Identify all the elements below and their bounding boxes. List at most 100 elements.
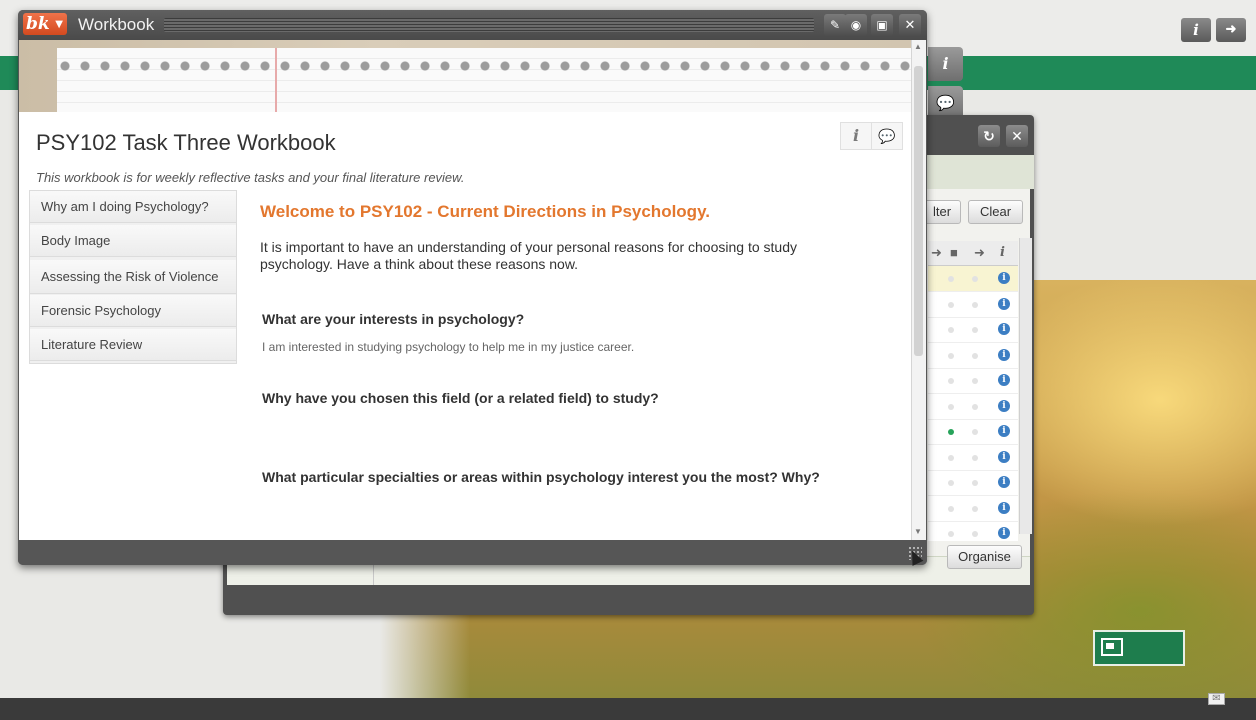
status-dot xyxy=(972,531,978,537)
scroll-up-arrow-icon[interactable]: ▲ xyxy=(914,42,922,51)
bottom-status-bar xyxy=(0,698,1256,720)
status-dot xyxy=(948,327,954,333)
speech-bubble-icon: 💬 xyxy=(878,128,896,144)
pencil-icon[interactable]: ✎ xyxy=(824,14,846,36)
info-icon[interactable]: i xyxy=(998,348,1010,361)
info-icon[interactable]: i xyxy=(998,425,1010,437)
table-row[interactable]: i xyxy=(928,521,1018,541)
status-dot xyxy=(972,301,978,308)
workbook-scrollbar[interactable]: ▲ ▼ xyxy=(911,40,926,540)
table-row[interactable]: i xyxy=(928,317,1018,343)
clear-button[interactable]: Clear xyxy=(968,200,1023,224)
table-row[interactable]: i xyxy=(928,419,1018,445)
info-icon[interactable]: i xyxy=(998,399,1010,412)
intro-text: It is important to have an understanding… xyxy=(260,239,797,272)
background-window-table: ➜ ■ ➜ i iiiiiiiiiii xyxy=(928,241,1018,541)
university-logo xyxy=(1093,630,1185,666)
status-dot xyxy=(948,505,954,512)
status-dot xyxy=(948,403,954,410)
share-column-icon: ➜ xyxy=(931,245,942,260)
question-1: What are your interests in psychology? xyxy=(262,311,525,327)
workbook-description: This workbook is for weekly reflective t… xyxy=(36,170,465,185)
nav-item-forensic-psychology[interactable]: Forensic Psychology xyxy=(30,295,236,327)
status-dot xyxy=(948,378,954,384)
info-icon[interactable]: i xyxy=(998,501,1010,514)
display-icon[interactable]: ▣ xyxy=(871,14,893,36)
status-dot xyxy=(972,276,978,282)
workbook-window: bk ▼ Workbook ✎ ◉ ▣ ✕ PSY102 Task Three … xyxy=(18,10,927,565)
notebook-margin-line xyxy=(275,48,277,112)
filter-button[interactable]: lter xyxy=(923,200,961,224)
eye-icon[interactable]: ◉ xyxy=(845,14,867,36)
notebook-ring-holes xyxy=(57,60,911,72)
workbook-footer xyxy=(18,540,927,565)
side-info-tab[interactable]: i xyxy=(928,47,963,81)
table-row[interactable]: i xyxy=(928,343,1018,369)
notebook-paper-sheet xyxy=(57,48,911,112)
mail-icon[interactable]: ✉ xyxy=(1208,693,1225,705)
status-dot xyxy=(972,352,978,359)
university-logo-mark-icon xyxy=(1101,638,1123,656)
table-header: ➜ ■ ➜ i xyxy=(928,241,1018,266)
close-icon[interactable]: ✕ xyxy=(899,14,921,36)
info-icon[interactable]: i xyxy=(998,374,1010,386)
status-dot xyxy=(948,531,954,537)
info-icon[interactable]: i xyxy=(998,272,1010,284)
titlebar-drag-grip[interactable] xyxy=(164,18,814,32)
status-dot xyxy=(972,505,978,512)
comments-button[interactable]: 💬 xyxy=(871,122,903,150)
desktop-info-button[interactable]: i xyxy=(1181,18,1211,42)
scroll-down-arrow-icon[interactable]: ▼ xyxy=(914,527,922,536)
status-dot xyxy=(948,480,954,486)
chevron-down-icon: ▼ xyxy=(55,19,63,30)
table-row[interactable]: i xyxy=(928,266,1018,292)
status-dot xyxy=(972,403,978,410)
status-dot xyxy=(972,480,978,486)
info-icon[interactable]: i xyxy=(998,323,1010,335)
table-row[interactable]: i xyxy=(928,368,1018,394)
workbook-body: PSY102 Task Three Workbook This workbook… xyxy=(19,40,911,540)
desktop-user-share-button[interactable]: ➜ xyxy=(1216,18,1246,42)
question-3: What particular specialties or areas wit… xyxy=(262,469,820,485)
info-icon[interactable]: i xyxy=(998,476,1010,488)
table-row[interactable]: i xyxy=(928,445,1018,471)
workbook-titlebar[interactable]: bk ▼ Workbook ✎ ◉ ▣ ✕ xyxy=(18,10,927,40)
info-button[interactable]: i xyxy=(840,122,872,150)
answer-1[interactable]: I am interested in studying psychology t… xyxy=(262,340,634,354)
status-dot xyxy=(948,454,954,461)
info-icon[interactable]: i xyxy=(998,450,1010,463)
table-row[interactable]: i xyxy=(928,470,1018,496)
info-icon[interactable]: i xyxy=(998,527,1010,539)
status-dot xyxy=(972,429,978,435)
status-dot xyxy=(948,276,954,282)
nav-item-why-psychology[interactable]: Why am I doing Psychology? xyxy=(30,191,236,223)
background-window-titlebar: ↻ ✕ xyxy=(923,121,1033,149)
refresh-icon[interactable]: ↻ xyxy=(978,125,1000,147)
comment-column-icon: ■ xyxy=(950,245,958,260)
background-table-scrollbar[interactable] xyxy=(1019,238,1032,534)
status-dot xyxy=(948,352,954,359)
info-column-icon: i xyxy=(1000,245,1005,260)
status-dot xyxy=(972,454,978,461)
answer-2[interactable] xyxy=(262,419,862,435)
notebook-paper-header xyxy=(19,40,911,112)
nav-item-body-image[interactable]: Body Image xyxy=(30,225,236,257)
nav-item-literature-review[interactable]: Literature Review xyxy=(30,329,236,361)
table-row[interactable]: i xyxy=(928,394,1018,420)
question-2: Why have you chosen this field (or a rel… xyxy=(262,390,659,406)
status-dot xyxy=(948,301,954,308)
organise-button[interactable]: Organise xyxy=(947,545,1022,569)
close-icon[interactable]: ✕ xyxy=(1006,125,1028,147)
page-title: PSY102 Task Three Workbook xyxy=(36,130,336,155)
status-dot xyxy=(972,327,978,333)
scrollbar-thumb[interactable] xyxy=(914,66,923,356)
answer-3[interactable] xyxy=(262,498,862,514)
app-menu-button[interactable]: bk ▼ xyxy=(23,13,67,35)
window-title: Workbook xyxy=(78,15,155,34)
content-heading: Welcome to PSY102 - Current Directions i… xyxy=(260,202,710,221)
table-row[interactable]: i xyxy=(928,496,1018,522)
table-row[interactable]: i xyxy=(928,292,1018,318)
info-icon[interactable]: i xyxy=(998,297,1010,310)
status-dot xyxy=(948,429,954,435)
nav-item-assessing-risk[interactable]: Assessing the Risk of Violence xyxy=(30,260,236,294)
